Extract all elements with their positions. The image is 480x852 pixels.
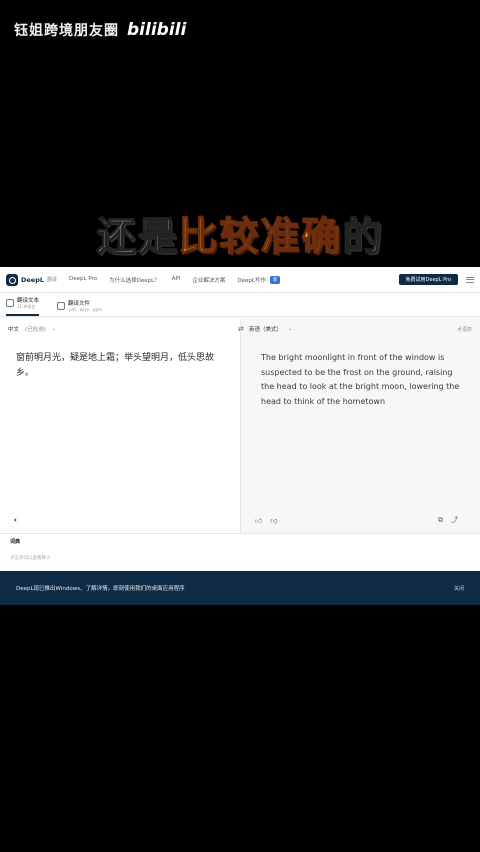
source-textarea[interactable]: 窗前明月光，疑是地上霜；举头望明月，低头思故乡。 bbox=[0, 339, 240, 381]
video-caption: 还是比较准确的 bbox=[0, 206, 480, 262]
tab-translate-text[interactable]: 翻译文本 31 种语言 bbox=[6, 296, 40, 316]
tab-sublabel: .pdf, .docx, .pptx bbox=[68, 307, 102, 312]
new-badge: 新 bbox=[269, 275, 281, 284]
speaker-icon[interactable]: 🔈︎ bbox=[14, 516, 18, 525]
target-footer: 👍︎ 👎︎ ⧉ ⤴ bbox=[255, 515, 466, 525]
target-panel: ⇄ 英语（美式） ⌄ 术语表 The bright moonlight in f… bbox=[238, 319, 480, 533]
nav-link-write[interactable]: DeepL写作 bbox=[237, 276, 266, 284]
deepl-translator-screen: DeepL 翻译 DeepL Pro 为什么选择DeepL？ API 企业解决方… bbox=[0, 267, 480, 605]
target-lang-select[interactable]: 英语（美式） bbox=[249, 325, 282, 333]
logo-subtitle: 翻译 bbox=[47, 277, 58, 283]
target-lang-bar: 英语（美式） ⌄ 术语表 bbox=[241, 319, 480, 339]
nav-link-why[interactable]: 为什么选择DeepL？ bbox=[109, 276, 160, 284]
caption-part-2: 比较准确 bbox=[178, 214, 343, 261]
caption-part-3: 的 bbox=[342, 214, 384, 261]
source-panel: 中文 (已检测) ⌄ 窗前明月光，疑是地上霜；举头望明月，低头思故乡。 🔈︎ bbox=[0, 319, 240, 533]
text-icon bbox=[6, 299, 14, 307]
chevron-down-icon[interactable]: ⌄ bbox=[52, 326, 56, 332]
dictionary-title: 词典 bbox=[10, 539, 21, 545]
dictionary-section: 词典 点击单词以查看释义 bbox=[0, 533, 480, 571]
caption-part-1: 还是 bbox=[96, 214, 179, 261]
tab-label: 翻译文本 bbox=[17, 298, 40, 304]
tab-label: 翻译文件 bbox=[68, 301, 91, 307]
glossary-link[interactable]: 术语表 bbox=[457, 326, 472, 333]
thumbs-down-icon[interactable]: 👎︎ bbox=[270, 516, 277, 525]
source-lang-bar: 中文 (已检测) ⌄ bbox=[0, 319, 240, 339]
swap-languages-icon[interactable]: ⇄ bbox=[238, 325, 244, 333]
file-icon bbox=[57, 301, 66, 310]
banner-text[interactable]: DeepL现已推出Windows、了解详情。即刻使用我们的桌面应用程序 bbox=[16, 584, 185, 592]
logo-text: DeepL bbox=[21, 275, 45, 284]
mode-tabs: 翻译文本 31 种语言 翻译文件 .pdf, .docx, .pptx bbox=[0, 293, 480, 317]
copy-icon[interactable]: ⧉ bbox=[438, 516, 443, 525]
promo-banner: DeepL现已推出Windows、了解详情。即刻使用我们的桌面应用程序 关闭 bbox=[0, 571, 480, 605]
tab-translate-files[interactable]: 翻译文件 .pdf, .docx, .pptx bbox=[57, 299, 102, 316]
logo[interactable]: DeepL 翻译 bbox=[6, 273, 58, 286]
channel-name: 钰姐跨境朋友圈 bbox=[14, 23, 119, 39]
close-banner-button[interactable]: 关闭 bbox=[454, 585, 464, 592]
source-footer: 🔈︎ bbox=[14, 516, 226, 525]
source-lang-select[interactable]: 中文 bbox=[8, 325, 19, 333]
target-output: The bright moonlight in front of the win… bbox=[261, 353, 460, 406]
nav-links: DeepL Pro 为什么选择DeepL？ API 企业解决方案 DeepL写作… bbox=[69, 275, 281, 284]
bilibili-logo: bilibili bbox=[127, 20, 187, 40]
video-watermark: 钰姐跨境朋友圈 bilibili bbox=[14, 20, 186, 40]
top-nav: DeepL 翻译 DeepL Pro 为什么选择DeepL？ API 企业解决方… bbox=[0, 267, 480, 293]
nav-link-api[interactable]: API bbox=[172, 276, 181, 284]
share-icon[interactable]: ⤴ bbox=[451, 515, 458, 525]
dictionary-hint: 点击单词以查看释义 bbox=[10, 556, 51, 561]
hamburger-menu-icon[interactable] bbox=[466, 276, 474, 283]
translation-panels: 中文 (已检测) ⌄ 窗前明月光，疑是地上霜；举头望明月，低头思故乡。 🔈︎ ⇄… bbox=[0, 319, 480, 533]
tab-sublabel: 31 种语言 bbox=[17, 304, 36, 309]
nav-link-enterprise[interactable]: 企业解决方案 bbox=[192, 276, 225, 284]
chevron-down-icon[interactable]: ⌄ bbox=[288, 326, 292, 332]
deepl-logo-icon bbox=[6, 273, 18, 286]
thumbs-up-icon[interactable]: 👍︎ bbox=[255, 516, 262, 525]
nav-link-pro[interactable]: DeepL Pro bbox=[69, 276, 97, 284]
source-lang-detected: (已检测) bbox=[25, 327, 46, 333]
try-pro-button[interactable]: 免费试用DeepL Pro bbox=[398, 274, 458, 285]
